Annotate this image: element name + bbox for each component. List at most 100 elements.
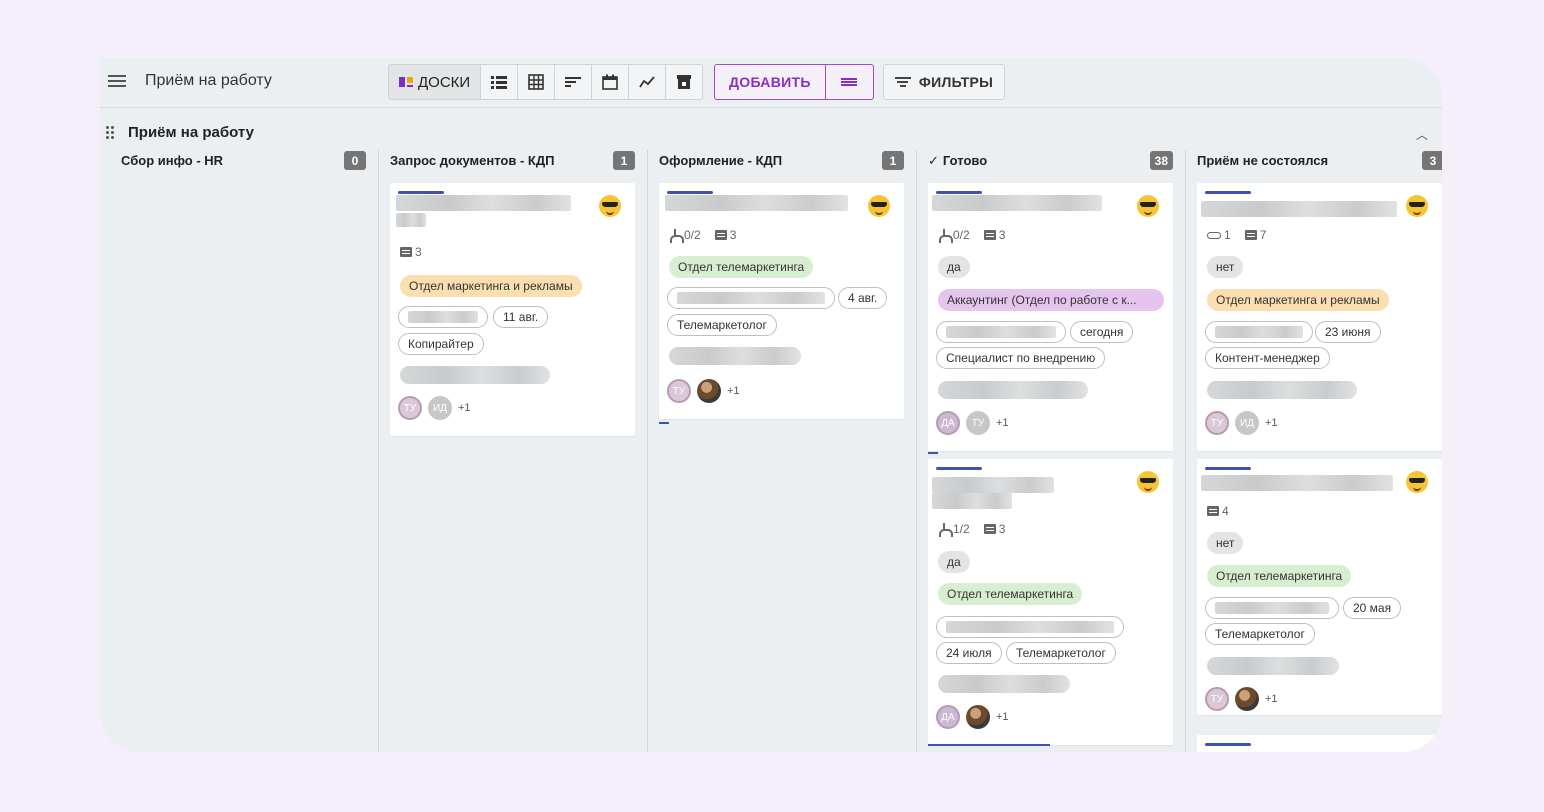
blurred-name <box>396 213 426 227</box>
subtask-icon <box>938 229 953 243</box>
column-header: Оформление - КДП 1 <box>659 150 904 172</box>
comment-count: 3 <box>998 228 1006 242</box>
table-icon <box>528 74 544 90</box>
filter-icon <box>894 75 911 89</box>
more-assignees: +1 <box>458 402 471 414</box>
drop-indicator <box>928 452 938 454</box>
more-assignees: +1 <box>996 417 1009 429</box>
view-calendar-button[interactable] <box>591 65 628 99</box>
view-chart-button[interactable] <box>628 65 665 99</box>
department-chip: Отдел телемаркетинга <box>1207 565 1352 587</box>
menu-icon[interactable] <box>108 72 128 90</box>
comment-icon <box>714 230 727 240</box>
column-divider <box>916 150 917 752</box>
department-chip: Отдел маркетинга и рекламы <box>400 275 582 297</box>
assignees: ТУ +1 <box>667 379 740 403</box>
candidate-card[interactable]: 0/2 3 Отдел телемаркетинга 4 авг. Телема… <box>659 183 904 419</box>
card-accent <box>1205 467 1251 470</box>
column-divider <box>378 150 379 752</box>
add-button[interactable]: ДОБАВИТЬ <box>715 65 825 99</box>
board-icon <box>399 77 413 87</box>
blurred-name <box>396 195 571 211</box>
card-meta: 0/2 3 <box>938 228 1006 243</box>
archive-icon <box>677 75 692 89</box>
date-chip: сегодня <box>1070 321 1134 343</box>
comment-count: 4 <box>1222 504 1229 518</box>
column-title: Приём не состоялся <box>1197 153 1329 168</box>
view-list-button[interactable] <box>480 65 517 99</box>
department-chip: Аккаунтинг (Отдел по работе с к... <box>938 289 1164 311</box>
column-title: Сбор инфо - HR <box>121 153 224 168</box>
drop-indicator <box>928 744 1050 746</box>
card-accent <box>1205 743 1251 746</box>
check-icon: ✓ <box>928 153 939 168</box>
candidate-card[interactable]: 0/2 3 да Аккаунтинг (Отдел по работе с к… <box>928 183 1173 451</box>
more-assignees: +1 <box>1265 417 1278 429</box>
app-title: Приём на работу <box>145 72 272 89</box>
role-chip: Телемаркетолог <box>1006 642 1116 664</box>
count-badge: 38 <box>1149 151 1173 170</box>
candidate-card[interactable]: 1 7 нет Отдел маркетинга и рекламы 23 ию… <box>1197 183 1442 451</box>
answer-chip: нет <box>1207 256 1244 278</box>
blurred-field <box>1207 657 1339 675</box>
sunglasses-emoji-icon <box>599 195 621 217</box>
blurred-field <box>1207 381 1357 399</box>
top-bar: Приём на работу ДОСКИ ДОБАВИТЬ ФИЛЬТРЫ <box>100 58 1442 108</box>
subtask-count: 0/2 <box>684 228 701 242</box>
view-boards-label: ДОСКИ <box>418 73 471 91</box>
view-boards-button[interactable]: ДОСКИ <box>389 65 481 99</box>
card-meta: 0/2 3 <box>669 228 737 243</box>
date-chip: 20 мая <box>1343 597 1402 619</box>
column-title-text: Готово <box>942 153 988 168</box>
comment-icon <box>983 230 996 240</box>
add-menu-button[interactable] <box>824 65 873 99</box>
answer-chip: да <box>938 256 970 278</box>
column-collect-info: Сбор инфо - HR 0 <box>121 150 366 752</box>
blurred-name <box>932 477 1054 493</box>
view-table-button[interactable] <box>517 65 554 99</box>
attachment-icon <box>1207 231 1221 239</box>
subtask-icon <box>938 523 953 537</box>
blurred-field <box>938 381 1088 399</box>
more-assignees: +1 <box>1265 693 1278 705</box>
group-title: Приём на работу <box>128 124 254 141</box>
date-chip: 24 июля <box>936 642 1002 664</box>
department-chip: Отдел маркетинга и рекламы <box>1207 289 1389 311</box>
column-title: Оформление - КДП <box>659 153 783 168</box>
column-title: Запрос документов - КДП <box>390 153 555 168</box>
add-group: ДОБАВИТЬ <box>714 64 874 100</box>
view-archive-button[interactable] <box>665 65 702 99</box>
subtask-count: 0/2 <box>953 228 970 242</box>
email-chip <box>1205 597 1339 619</box>
card-meta: 3 <box>400 245 422 259</box>
comment-icon <box>400 247 412 257</box>
calendar-icon <box>602 74 618 90</box>
role-chip: Копирайтер <box>398 333 484 355</box>
count-badge: 1 <box>882 151 904 170</box>
email-chip <box>667 287 835 309</box>
avatar: ТУ <box>1205 411 1229 435</box>
candidate-card[interactable] <box>1197 735 1442 752</box>
count-badge: 3 <box>1422 151 1442 170</box>
chart-icon <box>639 76 655 88</box>
candidate-card[interactable]: 3 Отдел маркетинга и рекламы 11 авг. Коп… <box>390 183 635 436</box>
sunglasses-emoji-icon <box>868 195 890 217</box>
role-chip: Телемаркетолог <box>667 314 777 336</box>
candidate-card[interactable]: 4 нет Отдел телемаркетинга 20 мая Телема… <box>1197 459 1442 715</box>
comment-icon <box>1207 506 1219 516</box>
card-accent <box>1205 191 1251 194</box>
comment-count: 3 <box>729 228 737 242</box>
answer-chip: нет <box>1207 532 1244 554</box>
column-request-docs: Запрос документов - КДП 1 3 Отдел маркет… <box>390 150 635 752</box>
assignees: ДА ТУ +1 <box>936 411 1009 435</box>
view-sort-button[interactable] <box>554 65 591 99</box>
avatar: ТУ <box>667 379 691 403</box>
avatar-photo <box>697 379 721 403</box>
email-chip <box>936 616 1124 638</box>
filters-button[interactable]: ФИЛЬТРЫ <box>883 64 1005 100</box>
chevron-up-icon[interactable]: ︿ <box>1416 126 1428 143</box>
drag-handle-icon[interactable] <box>106 126 114 139</box>
view-switcher: ДОСКИ <box>388 64 704 100</box>
candidate-card[interactable]: 1/2 3 да Отдел телемаркетинга 24 июля Те… <box>928 459 1173 745</box>
card-accent <box>936 467 982 470</box>
